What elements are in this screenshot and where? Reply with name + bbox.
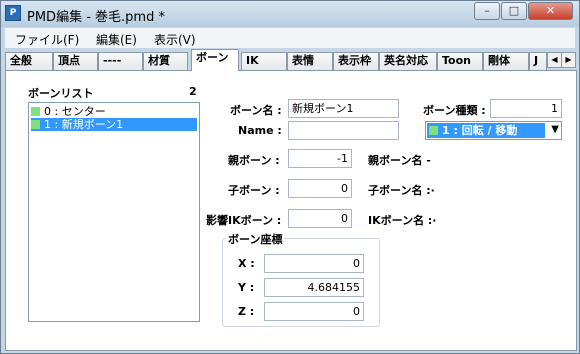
minimize-button[interactable]: –	[474, 2, 500, 20]
maximize-button[interactable]: □	[501, 2, 527, 20]
color-swatch	[31, 120, 40, 129]
color-swatch	[429, 126, 438, 135]
menu-bar: ファイル(F) 編集(E) 表示(V)	[5, 28, 575, 48]
color-swatch	[31, 107, 40, 116]
bone-type-selected-label: 1 : 回転 / 移動	[442, 124, 518, 137]
bone-name-field[interactable]: 新規ボーン1	[288, 99, 399, 118]
bone-list[interactable]: 0 : センター 1 : 新規ボーン1	[28, 102, 200, 322]
child-bone-name-label: 子ボーン名 :·	[368, 184, 435, 197]
tab-separator[interactable]: ----	[98, 52, 143, 70]
ik-bone-name-label: IKボーン名 :·	[368, 214, 437, 227]
name-en-field[interactable]	[288, 121, 399, 140]
bone-type-dropdown[interactable]: 1 : 回転 / 移動 ▼	[425, 121, 562, 140]
main-window: P PMD編集 - 巻毛.pmd * – □ ✕ ファイル(F) 編集(E) 表…	[0, 0, 580, 354]
bone-count: 2	[189, 85, 197, 98]
ik-bone-label: 影響IKボーン :	[206, 214, 282, 227]
chevron-right-icon[interactable]: ▶	[561, 52, 576, 68]
parent-bone-label: 親ボーン :	[228, 154, 280, 167]
x-field[interactable]: 0	[264, 254, 364, 273]
y-label: Y :	[238, 281, 255, 294]
x-label: X :	[238, 257, 255, 270]
bone-type-label: ボーン種類 :	[423, 104, 486, 117]
tab-toon[interactable]: Toon	[437, 52, 483, 70]
tab-material[interactable]: 材質	[143, 52, 188, 70]
list-item[interactable]: 0 : センター	[31, 105, 197, 118]
z-field[interactable]: 0	[264, 302, 364, 321]
z-label: Z :	[238, 305, 255, 318]
bone-type-field[interactable]: 1	[490, 99, 562, 118]
child-bone-label: 子ボーン :	[228, 184, 280, 197]
tab-vertex[interactable]: 頂点	[53, 52, 98, 70]
tab-english-name[interactable]: 英名対応	[379, 52, 437, 70]
list-item-label: 0 : センター	[44, 105, 106, 118]
tab-bone[interactable]: ボーン	[191, 49, 239, 71]
bone-list-label: ボーンリスト	[28, 87, 94, 100]
chevron-left-icon[interactable]: ◀	[547, 52, 562, 68]
list-item-label: 1 : 新規ボーン1	[44, 118, 124, 131]
tab-joint[interactable]: J	[529, 52, 547, 70]
close-button[interactable]: ✕	[528, 2, 573, 20]
tab-morph[interactable]: 表情	[287, 52, 333, 70]
bone-type-selected: 1 : 回転 / 移動	[427, 123, 545, 138]
tab-display-frame[interactable]: 表示枠	[333, 52, 379, 70]
tab-general[interactable]: 全般	[5, 52, 53, 70]
title-bar[interactable]: P PMD編集 - 巻毛.pmd * – □ ✕	[1, 1, 579, 27]
menu-edit[interactable]: 編集(E)	[96, 31, 137, 48]
tab-bar: 全般 頂点 ---- 材質 ボーン IK 表情 表示枠 英名対応 Toon 剛体…	[5, 49, 577, 71]
parent-bone-name-label: 親ボーン名 -	[368, 154, 431, 167]
tab-ik[interactable]: IK	[241, 52, 287, 70]
bone-coords-label: ボーン座標	[226, 231, 285, 247]
parent-bone-field[interactable]: -1	[288, 149, 352, 168]
chevron-down-icon[interactable]: ▼	[551, 124, 559, 135]
child-bone-field[interactable]: 0	[288, 179, 352, 198]
bone-panel: ボーンリスト 2 0 : センター 1 : 新規ボーン1 ボーン名 : 新規ボー…	[5, 70, 577, 351]
menu-view[interactable]: 表示(V)	[154, 31, 196, 48]
y-field[interactable]: 4.684155	[264, 278, 364, 297]
bone-name-label: ボーン名 :	[230, 104, 282, 117]
list-item-selected[interactable]: 1 : 新規ボーン1	[31, 118, 197, 131]
menu-file[interactable]: ファイル(F)	[15, 31, 79, 48]
window-title: PMD編集 - 巻毛.pmd *	[27, 10, 165, 25]
tab-rigid-body[interactable]: 剛体	[483, 52, 529, 70]
name-en-label: Name :	[238, 124, 282, 137]
ik-bone-field[interactable]: 0	[288, 209, 352, 228]
app-icon: P	[5, 5, 21, 21]
